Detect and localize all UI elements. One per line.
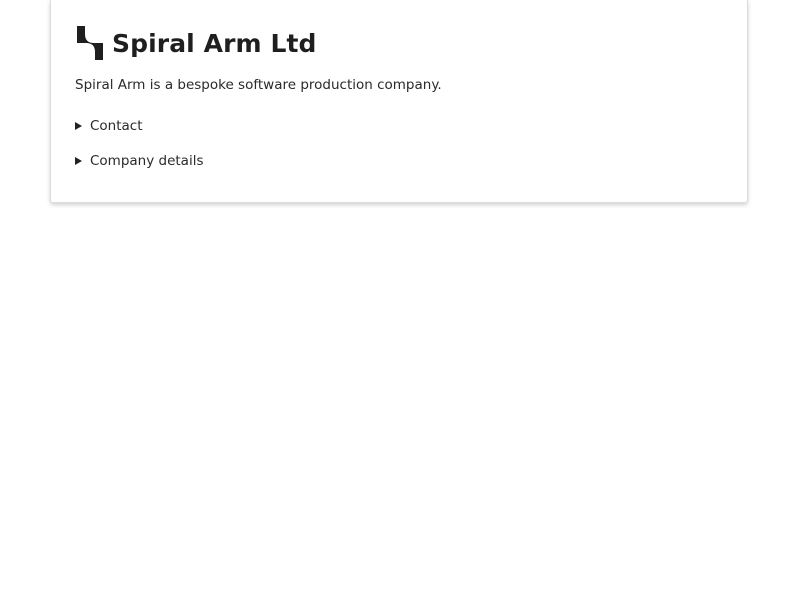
- contact-label: Contact: [90, 118, 143, 134]
- company-tagline: Spiral Arm is a bespoke software product…: [75, 77, 442, 93]
- company-details-disclosure[interactable]: Company details: [75, 153, 204, 169]
- company-name: Spiral Arm Ltd: [112, 28, 317, 58]
- company-card: Spiral Arm Ltd Spiral Arm is a bespoke s…: [50, 0, 748, 203]
- triangle-right-icon: [75, 122, 82, 130]
- company-details-label: Company details: [90, 153, 204, 169]
- triangle-right-icon: [75, 157, 82, 165]
- spiral-arm-logo-icon: [77, 26, 103, 60]
- contact-disclosure[interactable]: Contact: [75, 118, 143, 134]
- company-header: Spiral Arm Ltd: [75, 24, 317, 62]
